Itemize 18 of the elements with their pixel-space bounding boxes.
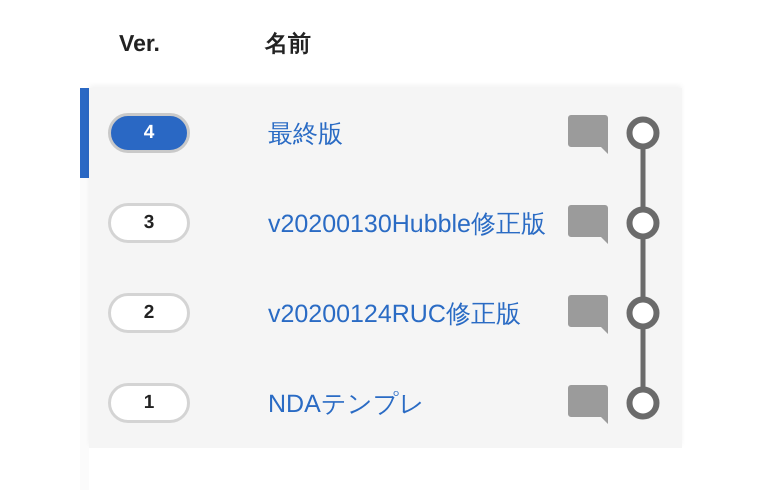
version-badge[interactable]: 2 (108, 293, 190, 333)
version-badge[interactable]: 1 (108, 383, 190, 423)
version-name-link[interactable]: 最終版 (268, 116, 343, 150)
comment-icon[interactable] (568, 115, 608, 154)
version-name-link[interactable]: v20200124RUC修正版 (268, 296, 521, 330)
column-header: 名前 (265, 28, 311, 58)
timeline-node-icon (626, 386, 660, 420)
timeline-node-icon (626, 116, 660, 150)
timeline-node-icon (626, 296, 660, 330)
version-name-link[interactable]: NDAテンプレ (268, 386, 425, 420)
comment-icon[interactable] (568, 205, 608, 244)
comment-icon[interactable] (568, 385, 608, 424)
timeline-node-icon (626, 206, 660, 240)
version-name-link[interactable]: v20200130Hubble修正版 (268, 206, 546, 240)
version-badge[interactable]: 4 (108, 113, 190, 153)
version-badge[interactable]: 3 (108, 203, 190, 243)
comment-icon[interactable] (568, 295, 608, 334)
column-header: Ver. (119, 30, 161, 56)
